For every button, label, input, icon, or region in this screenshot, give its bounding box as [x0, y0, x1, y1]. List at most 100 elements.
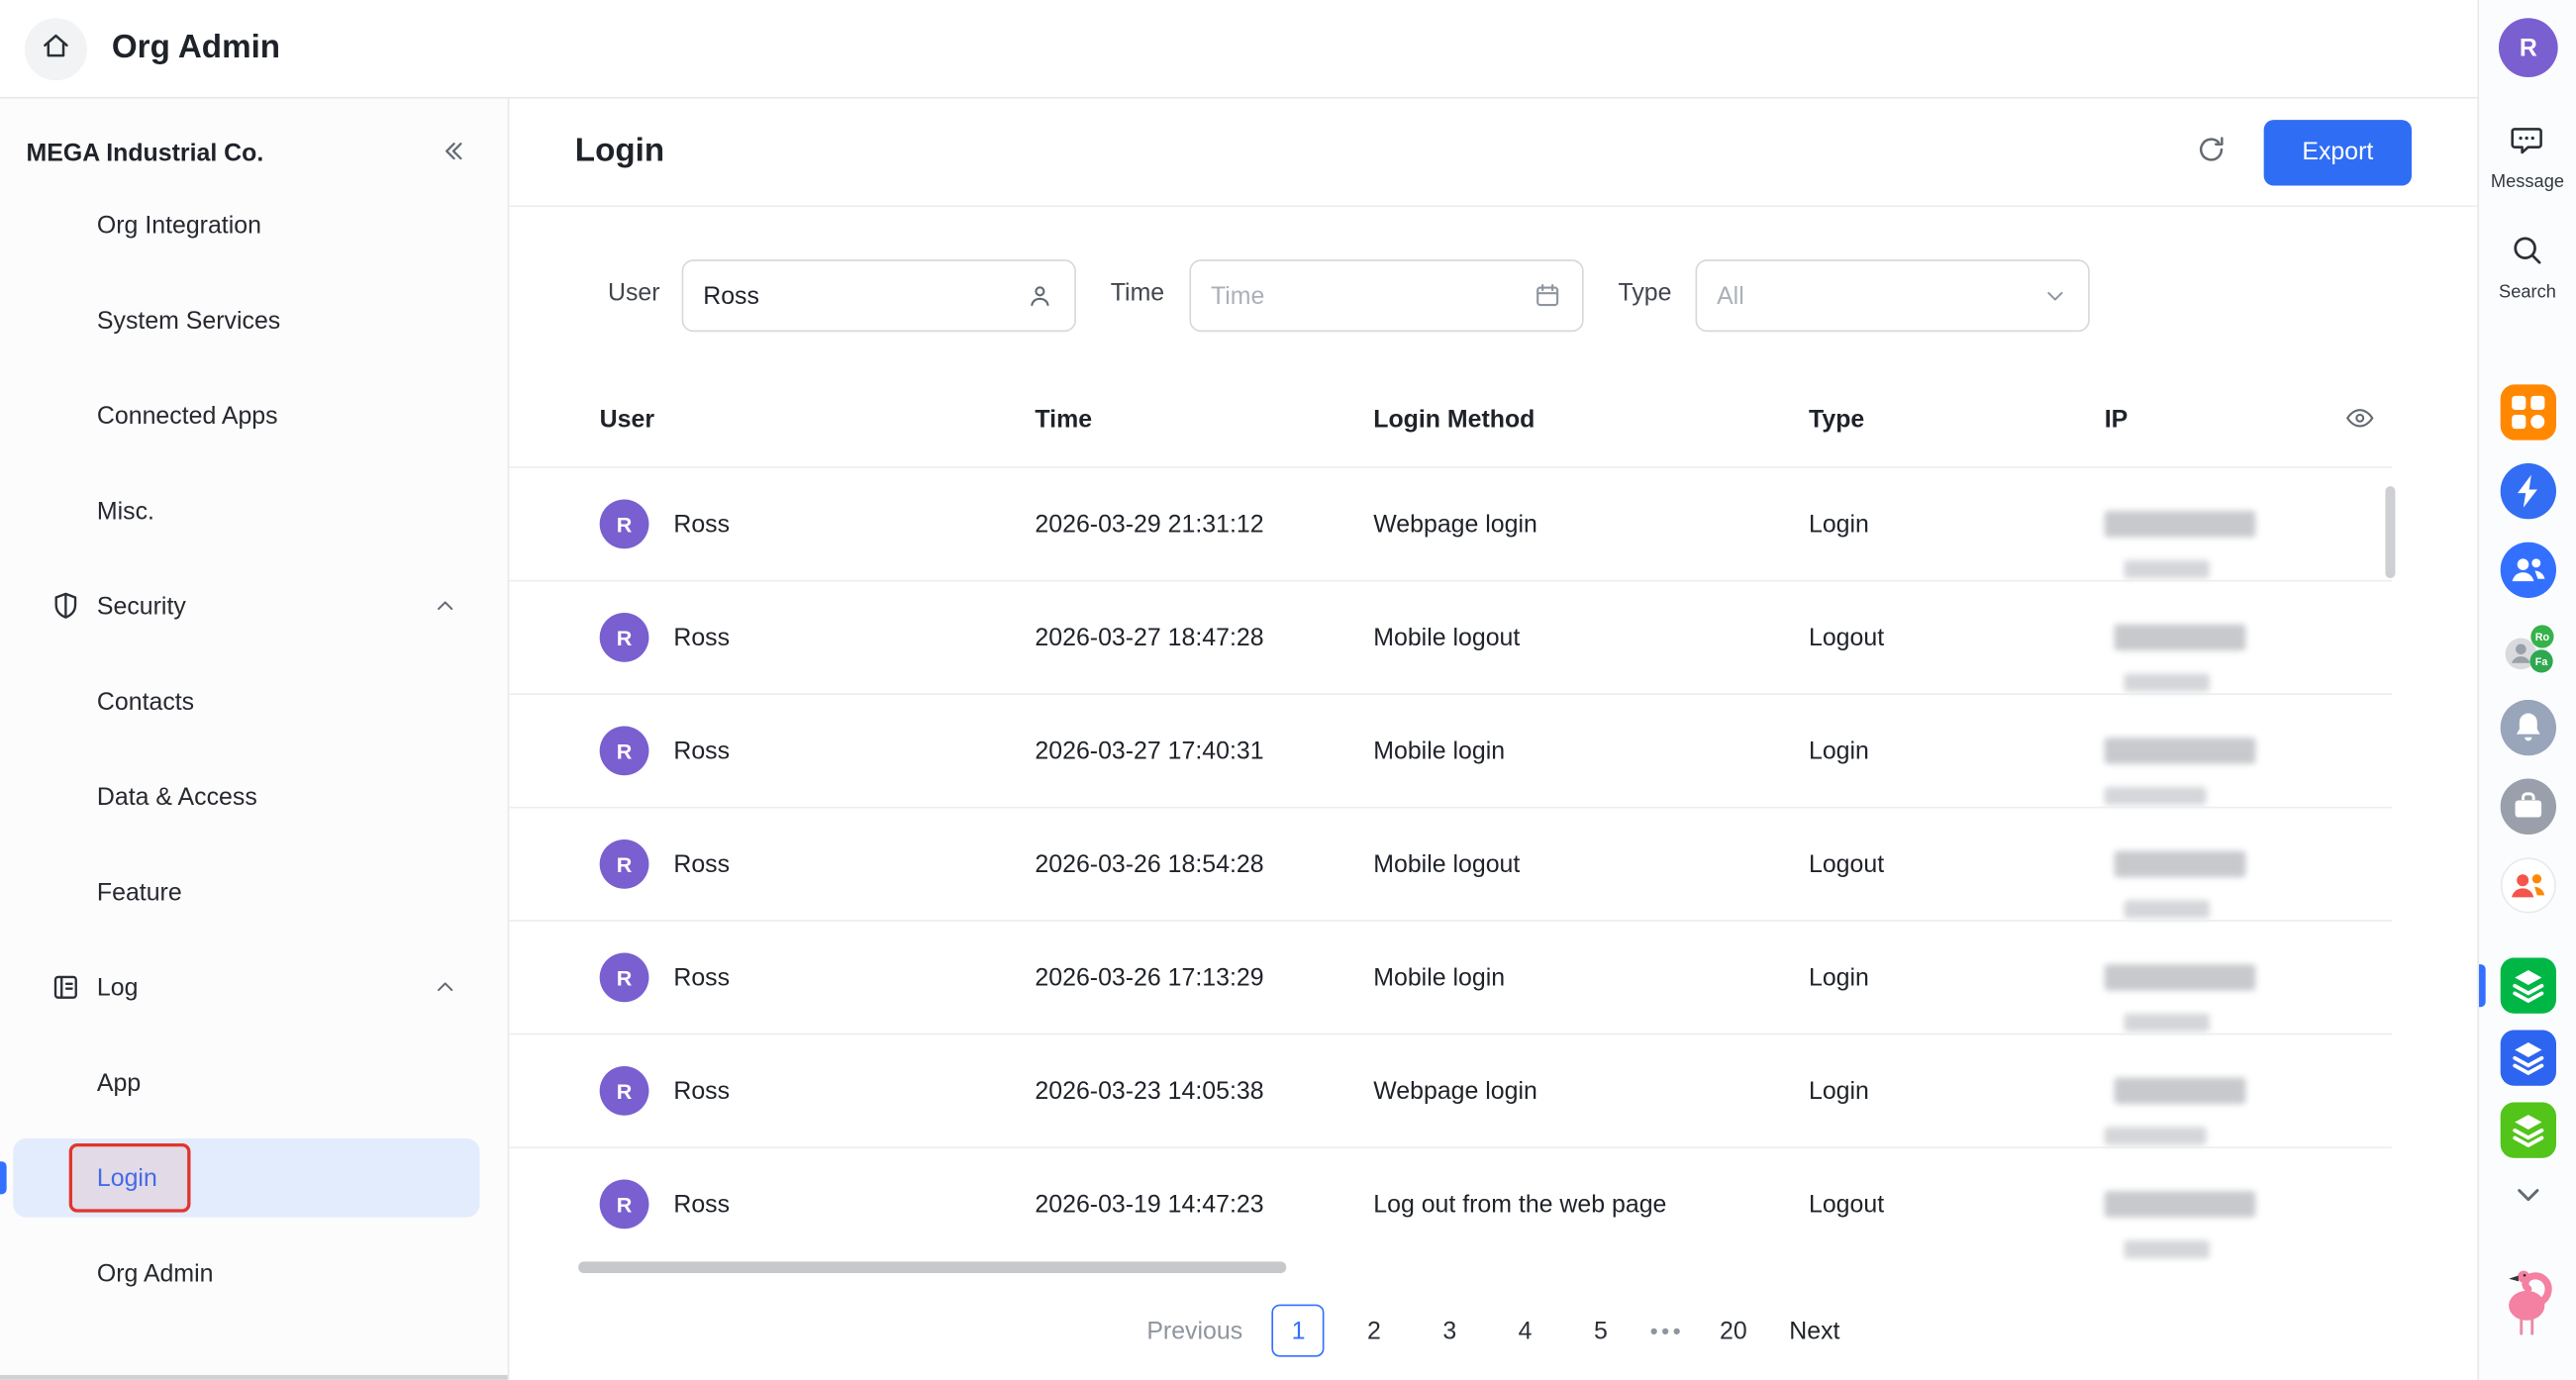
dock-nav-search[interactable]: Search: [2499, 232, 2556, 302]
sidebar-item-data-access[interactable]: Data & Access: [0, 749, 508, 844]
row-avatar: R: [600, 839, 649, 889]
pagination-page-4[interactable]: 4: [1499, 1305, 1551, 1357]
redacted-ip: [2115, 625, 2246, 651]
sidebar-menu: Org Integration System Services Connected …: [0, 177, 508, 1321]
time-filter-input[interactable]: [1189, 259, 1583, 332]
cell-type: Logout: [1809, 624, 2105, 651]
pagination-next[interactable]: Next: [1789, 1317, 1839, 1344]
sidebar-scrollbar[interactable]: [0, 1375, 508, 1380]
cell-time: 2026-03-27 17:40:31: [1035, 737, 1373, 764]
click-annotation: [69, 1143, 191, 1213]
eye-icon: [2344, 413, 2376, 441]
table-row[interactable]: RRoss2026-03-19 14:47:23Log out from the…: [509, 1146, 2392, 1259]
dock-pinned-apps: [2479, 957, 2576, 1157]
user-avatar[interactable]: R: [2499, 18, 2558, 77]
table-row[interactable]: RRoss2026-03-23 14:05:38Webpage loginLog…: [509, 1034, 2392, 1146]
column-header-type: Type: [1809, 405, 2105, 433]
sidebar-item-connected-apps[interactable]: Connected Apps: [0, 368, 508, 463]
dock-app[interactable]: [2500, 542, 2555, 598]
dock-app[interactable]: [2500, 1030, 2555, 1085]
apps-grid-icon: [2500, 419, 2555, 446]
log-icon: [50, 971, 82, 1004]
time-filter-field[interactable]: [1211, 282, 1533, 310]
sidebar-item-org-admin[interactable]: Org Admin: [0, 1226, 508, 1321]
vertical-scrollbar[interactable]: [2385, 486, 2395, 578]
user-name: Ross: [673, 1077, 730, 1105]
sidebar-item-feature[interactable]: Feature: [0, 844, 508, 939]
dock-nav-label: Search: [2499, 282, 2556, 302]
horizontal-scrollbar[interactable]: [578, 1261, 1286, 1273]
row-avatar: R: [600, 726, 649, 775]
svg-text:Fa: Fa: [2534, 656, 2548, 668]
pagination-page-5[interactable]: 5: [1574, 1305, 1627, 1357]
message-icon: [2510, 122, 2546, 166]
dock-app[interactable]: [2500, 1102, 2555, 1157]
dock-app[interactable]: [2500, 779, 2555, 835]
sidebar-item-system-services[interactable]: System Services: [0, 272, 508, 367]
cell-login-method: Mobile logout: [1373, 624, 1809, 651]
layers-icon: [2500, 992, 2555, 1020]
sidebar-item-misc[interactable]: Misc.: [0, 463, 508, 558]
dock-app[interactable]: [2500, 957, 2555, 1013]
table-row[interactable]: RRoss2026-03-27 17:40:31Mobile loginLogi…: [509, 693, 2392, 806]
sidebar-item-label: Connected Apps: [97, 402, 278, 430]
table-row[interactable]: RRoss2026-03-27 18:47:28Mobile logoutLog…: [509, 580, 2392, 693]
sidebar-item-security[interactable]: Security: [0, 558, 508, 653]
dock-nav-message[interactable]: Message: [2491, 122, 2564, 192]
sidebar-item-contacts[interactable]: Contacts: [0, 653, 508, 748]
pagination-previous[interactable]: Previous: [1146, 1317, 1242, 1344]
dock-app[interactable]: [2500, 700, 2555, 755]
user-filter-value[interactable]: [703, 282, 1025, 310]
type-filter-select[interactable]: All: [1696, 259, 2090, 332]
home-button[interactable]: [25, 17, 87, 79]
table-row[interactable]: RRoss2026-03-29 21:31:12Webpage loginLog…: [509, 466, 2392, 579]
cell-type: Login: [1809, 510, 2105, 538]
pagination-ellipsis[interactable]: •••: [1650, 1318, 1684, 1344]
sidebar-item-label: Org Admin: [97, 1259, 214, 1287]
table-header: UserTimeLogin MethodTypeIP: [509, 371, 2392, 466]
dock-app[interactable]: Ro Fa: [2500, 621, 2555, 676]
column-visibility-button[interactable]: [2344, 403, 2376, 441]
redacted-ip: [2105, 964, 2256, 991]
user-filter-input[interactable]: [682, 259, 1076, 332]
dock-app[interactable]: [2500, 857, 2555, 913]
search-icon: [2510, 232, 2546, 276]
cell-time: 2026-03-19 14:47:23: [1035, 1190, 1373, 1218]
briefcase-icon: [2500, 813, 2555, 840]
table-row[interactable]: RRoss2026-03-26 18:54:28Mobile logoutLog…: [509, 807, 2392, 920]
redacted-ip: [2105, 1127, 2207, 1144]
cell-user: RRoss: [600, 952, 1036, 1002]
sidebar-item-label: Feature: [97, 878, 182, 906]
refresh-button[interactable]: [2195, 133, 2228, 170]
svg-text:Ro: Ro: [2534, 632, 2549, 643]
calendar-icon: [1533, 281, 1562, 311]
cell-time: 2026-03-29 21:31:12: [1035, 510, 1373, 538]
sidebar-item-log[interactable]: Log: [0, 939, 508, 1035]
sidebar-item-app[interactable]: App: [0, 1035, 508, 1130]
row-avatar: R: [600, 1179, 649, 1229]
pagination-page-2[interactable]: 2: [1347, 1305, 1400, 1357]
sidebar-item-login[interactable]: Login: [0, 1131, 508, 1226]
cell-type: Logout: [1809, 1190, 2105, 1218]
pagination-page-1[interactable]: 1: [1272, 1305, 1325, 1357]
pagination-page-20[interactable]: 20: [1707, 1305, 1759, 1357]
sidebar-item-org-integration[interactable]: Org Integration: [0, 177, 508, 272]
pagination-page-3[interactable]: 3: [1424, 1305, 1476, 1357]
table-row[interactable]: RRoss2026-03-26 17:13:29Mobile loginLogi…: [509, 920, 2392, 1033]
redacted-ip: [2125, 900, 2210, 918]
cell-type: Logout: [1809, 850, 2105, 878]
chevron-up-icon: [432, 593, 458, 626]
export-button[interactable]: Export: [2264, 119, 2412, 184]
dock-app[interactable]: [2500, 463, 2555, 519]
login-log-table: UserTimeLogin MethodTypeIP RRoss2026-03-…: [509, 371, 2392, 1260]
sidebar-item-label: System Services: [97, 306, 280, 334]
user-name: Ross: [673, 624, 730, 651]
sidebar-collapse-button[interactable]: [439, 136, 468, 170]
avatar-cluster-icon: RoFa: [2500, 655, 2555, 683]
flamingo-icon[interactable]: [2497, 1258, 2559, 1345]
cell-ip: [2105, 468, 2392, 580]
dock-more-button[interactable]: [2511, 1176, 2547, 1217]
dock-app[interactable]: [2500, 384, 2555, 440]
redacted-ip: [2105, 1191, 2256, 1218]
dock-apps: Ro Fa: [2479, 384, 2576, 913]
